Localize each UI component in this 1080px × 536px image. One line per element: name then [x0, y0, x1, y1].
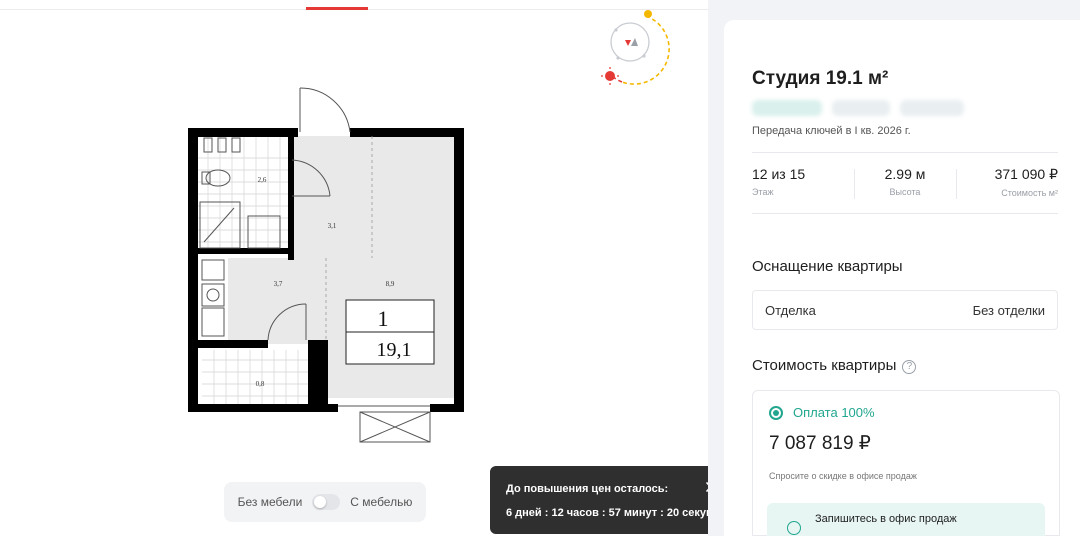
- payment-box: Оплата 100% 7 087 819 ₽ Спросите о скидк…: [752, 390, 1060, 536]
- furniture-toggle: Без мебели С мебелью: [224, 482, 426, 522]
- with-furniture-label[interactable]: С мебелью: [350, 495, 412, 509]
- room-area-living: 8,9: [386, 280, 395, 288]
- stat-height: 2.99 м Высота: [854, 153, 956, 213]
- stat-floor-value: 12 из 15: [752, 166, 806, 182]
- active-tab-indicator: [306, 7, 368, 10]
- payment-option-label: Оплата 100%: [793, 405, 875, 420]
- check-circle-icon: [787, 521, 801, 535]
- apartment-card: Студия 19.1 м² Передача ключей в I кв. 2…: [724, 20, 1080, 536]
- compass-icon: [601, 10, 670, 85]
- cost-title: Стоимость квартиры?: [752, 357, 917, 374]
- price-increase-popup: До повышения цен осталось: 6 дней : 12 ч…: [490, 466, 734, 534]
- apartment-badge: 1 19,1: [345, 299, 435, 365]
- stat-height-value: 2.99 м: [884, 166, 926, 182]
- badge-rooms: 1: [378, 306, 389, 331]
- badge-area: 19,1: [377, 339, 412, 361]
- room-area-balcony: 0,8: [256, 380, 265, 388]
- apartment-stats: 12 из 15 Этаж 2.99 м Высота 371 090 ₽ Ст…: [752, 152, 1058, 214]
- floorplan-area: 2,6 3,1 3,7 8,9 0,8 1 19,1 Без мебели С …: [0, 0, 734, 536]
- stat-floor: 12 из 15 Этаж: [752, 153, 854, 213]
- floor-plan: 2,6 3,1 3,7 8,9 0,8 1 19,1: [188, 87, 464, 443]
- office-signup-label: Запишитесь в офис продаж: [815, 513, 957, 525]
- without-furniture-label[interactable]: Без мебели: [238, 495, 303, 509]
- room-area-bathroom: 2,6: [258, 176, 267, 184]
- stat-price-per-m2: 371 090 ₽ Стоимость м²: [956, 153, 1058, 213]
- stat-price-per-m2-label: Стоимость м²: [1001, 188, 1058, 198]
- discount-note: Спросите о скидке в офисе продаж: [769, 471, 917, 481]
- handover-date: Передача ключей в I кв. 2026 г.: [752, 125, 911, 137]
- payment-option-full[interactable]: Оплата 100%: [769, 405, 1043, 420]
- stat-price-per-m2-value: 371 090 ₽: [994, 166, 1058, 182]
- popup-title: До повышения цен осталось:: [506, 483, 669, 495]
- finish-row: Отделка Без отделки: [752, 290, 1058, 330]
- room-area-hallway: 3,1: [328, 222, 337, 230]
- room-area-kitchen: 3,7: [274, 280, 283, 288]
- office-signup-button[interactable]: Запишитесь в офис продаж: [767, 503, 1045, 536]
- finish-label: Отделка: [765, 302, 816, 318]
- equipment-title: Оснащение квартиры: [752, 258, 903, 275]
- total-price: 7 087 819 ₽: [769, 433, 871, 454]
- help-icon[interactable]: ?: [902, 360, 917, 374]
- stat-floor-label: Этаж: [752, 187, 774, 197]
- finish-value: Без отделки: [972, 302, 1045, 318]
- page: 2,6 3,1 3,7 8,9 0,8 1 19,1 Без мебели С …: [0, 0, 1080, 536]
- cost-title-text: Стоимость квартиры: [752, 357, 897, 374]
- furniture-switch[interactable]: [312, 494, 341, 510]
- blurred-tags: [752, 100, 972, 118]
- radio-selected-icon[interactable]: [769, 405, 783, 420]
- countdown-timer: 6 дней : 12 часов : 57 минут : 20 секунд: [506, 507, 720, 519]
- stat-height-label: Высота: [889, 187, 921, 197]
- apartment-title: Студия 19.1 м²: [752, 68, 889, 89]
